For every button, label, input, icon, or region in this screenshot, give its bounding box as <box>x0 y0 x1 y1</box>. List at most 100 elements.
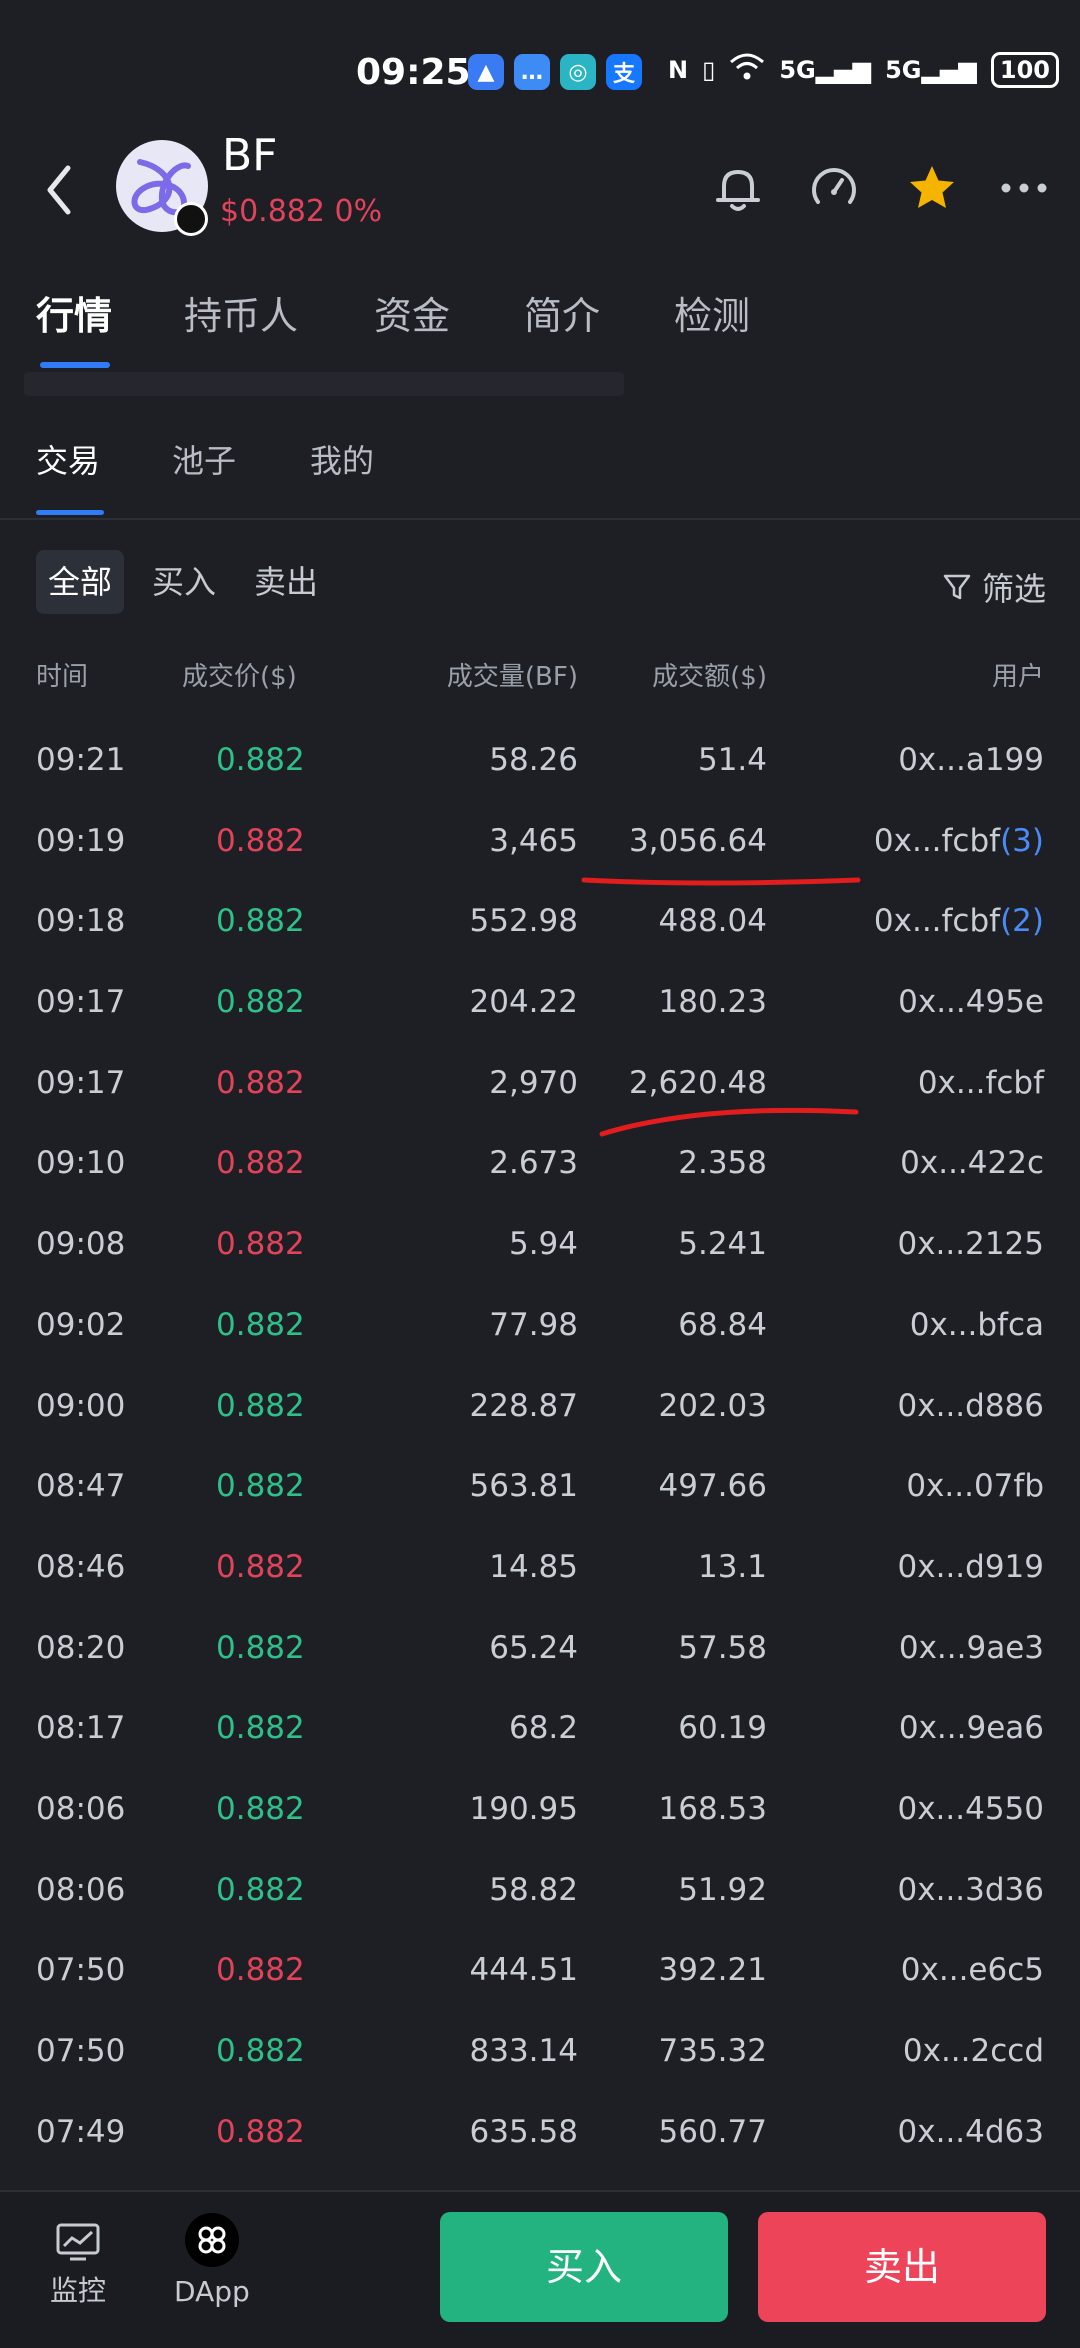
main-tab-indicator <box>40 362 110 368</box>
trade-price: 0.882 <box>216 984 305 1021</box>
nfc-icon: N <box>668 56 689 84</box>
funnel-icon <box>943 574 971 600</box>
trade-row[interactable]: 07:50 0.882 444.51 392.21 0x...e6c5 <box>0 1950 1080 2031</box>
trade-row[interactable]: 07:50 0.882 833.14 735.32 0x...2ccd <box>0 2031 1080 2112</box>
subtab-pools[interactable]: 池子 <box>172 436 236 482</box>
trade-user[interactable]: 0x...d886 <box>898 1386 1044 1426</box>
trade-row[interactable]: 09:19 0.882 3,465 3,056.64 0x...fcbf(3) <box>0 821 1080 902</box>
trade-user[interactable]: 0x...d919 <box>898 1547 1044 1587</box>
trade-price: 0.882 <box>216 903 305 940</box>
trade-user-address: 0x...d919 <box>897 1548 1044 1585</box>
trade-price: 0.882 <box>216 1710 305 1747</box>
trade-row[interactable]: 09:10 0.882 2.673 2.358 0x...422c <box>0 1143 1080 1224</box>
gauge-icon[interactable] <box>806 160 862 216</box>
trade-time: 09:02 <box>36 1306 126 1343</box>
trade-user-address: 0x...d886 <box>897 1387 1044 1424</box>
battery-icon: 100 <box>990 52 1059 88</box>
token-name: BF <box>222 130 278 181</box>
bell-icon[interactable] <box>710 160 766 216</box>
trade-user[interactable]: 0x...2ccd <box>903 2031 1044 2071</box>
trade-volume: 5.94 <box>508 1226 578 1263</box>
trade-amount: 2.358 <box>678 1145 767 1182</box>
trade-row[interactable]: 08:17 0.882 68.2 60.19 0x...9ea6 <box>0 1708 1080 1789</box>
subtab-trades[interactable]: 交易 <box>36 436 100 482</box>
vibrate-icon: ▯ <box>702 56 716 84</box>
dapp-nav[interactable]: DApp <box>174 2213 250 2308</box>
trade-row[interactable]: 09:17 0.882 2,970 2,620.48 0x...fcbf <box>0 1063 1080 1144</box>
trade-amount: 488.04 <box>658 903 767 940</box>
navigation-app-icon: ▲ <box>468 54 504 90</box>
tab-funds[interactable]: 资金 <box>374 285 450 340</box>
trade-volume: 68.2 <box>508 1710 578 1747</box>
trade-user[interactable]: 0x...fcbf(3) <box>874 821 1044 861</box>
trade-row[interactable]: 09:00 0.882 228.87 202.03 0x...d886 <box>0 1386 1080 1467</box>
trade-time: 09:08 <box>36 1226 126 1263</box>
trade-user[interactable]: 0x...07fb <box>906 1466 1044 1506</box>
subtab-mine[interactable]: 我的 <box>310 436 374 482</box>
trade-amount: 2,620.48 <box>628 1064 767 1101</box>
trade-user[interactable]: 0x...495e <box>898 982 1044 1022</box>
trade-row[interactable]: 09:02 0.882 77.98 68.84 0x...bfca <box>0 1305 1080 1386</box>
monitor-nav[interactable]: 监控 <box>50 2222 106 2309</box>
trade-row[interactable]: 09:21 0.882 58.26 51.4 0x...a199 <box>0 740 1080 821</box>
trade-row[interactable]: 09:08 0.882 5.94 5.241 0x...2125 <box>0 1224 1080 1305</box>
trade-user[interactable]: 0x...a199 <box>898 740 1044 780</box>
trade-amount: 57.58 <box>678 1629 767 1666</box>
trade-user[interactable]: 0x...2125 <box>897 1224 1044 1264</box>
trade-volume: 228.87 <box>469 1387 578 1424</box>
filter-sell[interactable]: 卖出 <box>242 550 330 614</box>
trade-user-address: 0x...e6c5 <box>900 1952 1044 1989</box>
section-divider <box>0 518 1080 520</box>
token-header: BF $0.882 0% <box>0 130 1080 250</box>
back-arrow-icon[interactable] <box>40 160 80 220</box>
tab-intro[interactable]: 简介 <box>524 285 600 340</box>
trade-time: 09:19 <box>36 822 126 859</box>
trade-user[interactable]: 0x...bfca <box>910 1305 1044 1345</box>
trade-row[interactable]: 08:46 0.882 14.85 13.1 0x...d919 <box>0 1547 1080 1628</box>
more-options-icon[interactable] <box>996 160 1052 216</box>
trade-volume: 58.26 <box>489 742 578 778</box>
trade-price: 0.882 <box>216 2033 305 2069</box>
trades-table-header: 时间 成交价($) 成交量(BF) 成交额($) 用户 <box>0 656 1080 696</box>
filter-button[interactable]: 筛选 <box>942 564 1046 610</box>
filter-all[interactable]: 全部 <box>36 550 125 614</box>
trade-row[interactable]: 08:06 0.882 58.82 51.92 0x...3d36 <box>0 1870 1080 1951</box>
trade-user[interactable]: 0x...422c <box>900 1143 1044 1183</box>
alipay-icon: 支 <box>606 54 642 90</box>
trade-price: 0.882 <box>216 1871 305 1908</box>
trade-volume: 204.22 <box>469 984 578 1021</box>
trade-user-address: 0x...bfca <box>909 1306 1044 1343</box>
tab-holders[interactable]: 持币人 <box>184 285 298 340</box>
filter-buy[interactable]: 买入 <box>140 550 228 614</box>
tab-market[interactable]: 行情 <box>36 285 112 340</box>
trade-volume: 58.82 <box>489 1871 578 1908</box>
trade-row[interactable]: 08:06 0.882 190.95 168.53 0x...4550 <box>0 1789 1080 1870</box>
trade-time: 08:17 <box>36 1710 126 1747</box>
trade-row[interactable]: 08:20 0.882 65.24 57.58 0x...9ae3 <box>0 1628 1080 1709</box>
trade-user[interactable]: 0x...9ae3 <box>899 1628 1044 1668</box>
trade-price: 0.882 <box>216 1387 305 1424</box>
trade-row[interactable]: 07:49 0.882 635.58 560.77 0x...4d63 <box>0 2112 1080 2193</box>
trade-row[interactable]: 08:47 0.882 563.81 497.66 0x...07fb <box>0 1466 1080 1547</box>
trade-time: 07:49 <box>36 2113 126 2150</box>
trade-row[interactable]: 09:17 0.882 204.22 180.23 0x...495e <box>0 982 1080 1063</box>
trade-user[interactable]: 0x...4d63 <box>898 2112 1044 2152</box>
trade-user-address: 0x...fcbf <box>873 822 1001 859</box>
tab-detection[interactable]: 检测 <box>674 285 750 340</box>
trade-row[interactable]: 09:18 0.882 552.98 488.04 0x...fcbf(2) <box>0 901 1080 982</box>
trade-user[interactable]: 0x...3d36 <box>898 1870 1044 1910</box>
trade-user[interactable]: 0x...4550 <box>897 1789 1044 1829</box>
trade-user[interactable]: 0x...9ea6 <box>899 1708 1044 1748</box>
trade-price: 0.882 <box>216 1790 305 1827</box>
trade-time: 08:20 <box>36 1629 126 1666</box>
trade-time: 08:06 <box>36 1790 126 1827</box>
header-amount: 成交额($) <box>652 662 767 692</box>
sell-button[interactable]: 卖出 <box>758 2212 1046 2322</box>
trade-user[interactable]: 0x...e6c5 <box>901 1950 1044 1990</box>
trade-user[interactable]: 0x...fcbf <box>918 1063 1044 1103</box>
buy-button[interactable]: 买入 <box>440 2212 728 2322</box>
favorite-star-icon[interactable] <box>904 160 960 216</box>
trade-time: 09:18 <box>36 903 126 940</box>
trade-user[interactable]: 0x...fcbf(2) <box>874 901 1044 941</box>
status-time: 09:25 <box>356 52 471 93</box>
